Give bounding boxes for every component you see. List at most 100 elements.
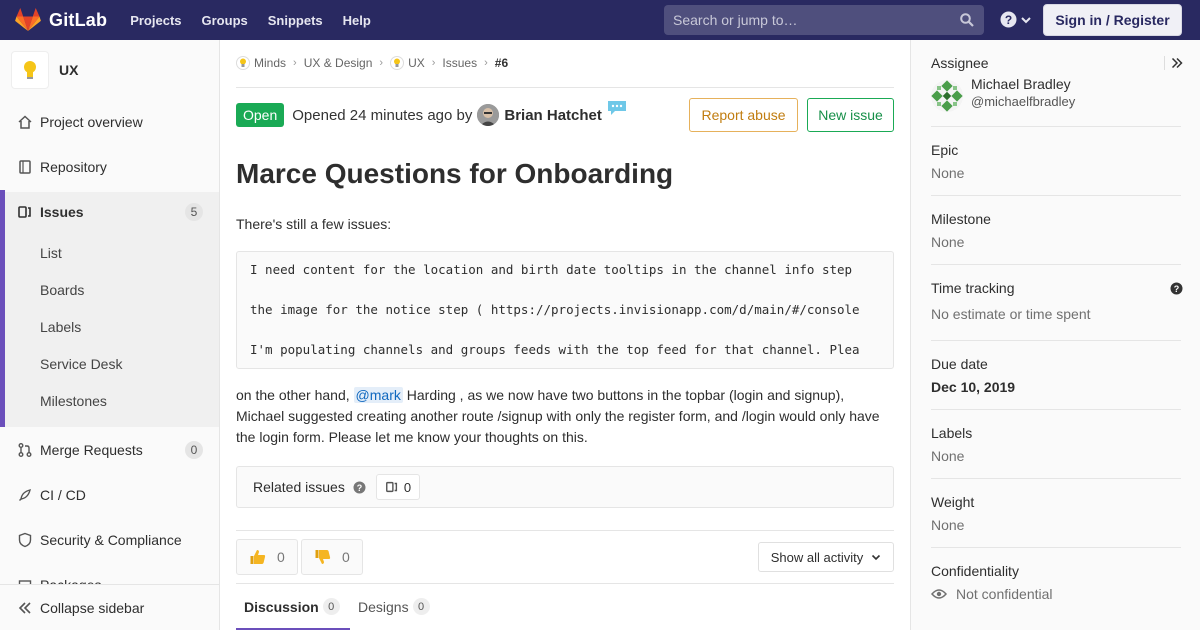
divider: [931, 547, 1181, 548]
question-circle-icon[interactable]: ?: [353, 481, 366, 494]
lightbulb-icon: [24, 61, 36, 79]
sidebar-subitem-labels[interactable]: Labels: [40, 319, 81, 335]
confidentiality-status: Not confidential: [931, 586, 1181, 602]
sidebar-item-cicd[interactable]: CI / CD: [0, 475, 219, 515]
author-avatar[interactable]: [477, 104, 500, 126]
tab-label: Designs: [358, 598, 409, 615]
due-date-block: Due date Dec 10, 2019: [931, 356, 1181, 395]
chat-bubble-icon: [607, 100, 627, 119]
nav-groups[interactable]: Groups: [202, 13, 248, 28]
labels-value: None: [931, 448, 965, 464]
project-header[interactable]: UX: [0, 40, 219, 100]
paragraph-text: on the other hand,: [236, 387, 354, 403]
labels-block: Labels None: [931, 425, 1181, 464]
due-date-value: Dec 10, 2019: [931, 379, 1016, 395]
thumbs-up-button[interactable]: 0: [236, 539, 298, 575]
sidebar-subitem-list[interactable]: List: [40, 245, 62, 261]
sidebar-subitem-service-desk[interactable]: Service Desk: [40, 356, 122, 372]
sidebar-item-merge-requests[interactable]: Merge Requests 0: [0, 430, 219, 470]
epic-block: Epic None: [931, 142, 1181, 181]
sidebar-item-label: Security & Compliance: [40, 532, 182, 548]
weight-label: Weight: [931, 494, 975, 510]
help-dropdown[interactable]: ?: [1000, 11, 1032, 28]
thumbs-down-icon: [315, 550, 331, 564]
breadcrumb-item[interactable]: UX: [408, 56, 425, 70]
breadcrumb-separator: ›: [293, 57, 297, 69]
description-paragraph: on the other hand, @mark Harding , as we…: [236, 385, 896, 448]
search-input[interactable]: [673, 12, 953, 28]
new-issue-button[interactable]: New issue: [807, 98, 894, 132]
home-icon: [18, 115, 32, 129]
user-mention-link[interactable]: @mark: [353, 387, 403, 403]
divider: [236, 530, 894, 531]
breadcrumb-item[interactable]: UX & Design: [304, 56, 373, 70]
sidebar-subitem-milestones[interactable]: Milestones: [40, 393, 107, 409]
breadcrumb-separator: ›: [431, 57, 436, 69]
sidebar-item-security[interactable]: Security & Compliance: [0, 520, 219, 560]
activity-filter-dropdown[interactable]: Show all activity: [758, 542, 894, 572]
status-badge: Open: [236, 103, 285, 127]
weight-block: Weight None: [931, 494, 1181, 533]
milestone-label: Milestone: [931, 211, 991, 227]
tab-discussion[interactable]: Discussion 0: [244, 598, 340, 615]
assignee-label: Assignee: [931, 55, 989, 71]
nav-projects[interactable]: Projects: [130, 13, 181, 28]
confidentiality-block: Confidentiality Not confidential: [931, 563, 1181, 602]
breadcrumb-item[interactable]: Minds: [254, 56, 286, 70]
signin-button[interactable]: Sign in / Register: [1043, 4, 1182, 36]
svg-text:?: ?: [357, 483, 363, 493]
divider: [931, 195, 1181, 196]
collapse-sidebar-label: Collapse sidebar: [40, 599, 145, 616]
sidebar-item-overview[interactable]: Project overview: [0, 102, 219, 142]
question-circle-icon[interactable]: ?: [1170, 282, 1183, 295]
related-issues-count[interactable]: 0: [375, 474, 421, 500]
divider: [931, 126, 1181, 127]
sidebar-item-label: Repository: [40, 159, 107, 175]
thumbs-down-button[interactable]: 0: [301, 539, 363, 575]
divider: [236, 583, 894, 584]
gitlab-fox-icon: [15, 8, 41, 31]
related-issues-block: Related issues ? 0: [236, 466, 894, 508]
sidebar-item-label: Project overview: [40, 114, 143, 130]
thumbs-up-count: 0: [277, 549, 285, 565]
search-icon[interactable]: [960, 13, 974, 27]
breadcrumb-item[interactable]: Issues: [442, 56, 477, 70]
project-avatar-icon: [390, 56, 405, 70]
shield-icon: [18, 532, 32, 548]
sidebar-subitem-boards[interactable]: Boards: [40, 282, 84, 298]
tab-label: Discussion: [244, 598, 319, 615]
tab-designs[interactable]: Designs 0: [358, 598, 430, 615]
milestone-block: Milestone None: [931, 211, 1181, 250]
breadcrumb-current[interactable]: #6: [495, 56, 508, 70]
merge-requests-count-badge: 0: [185, 441, 203, 459]
double-chevron-left-icon: [18, 601, 31, 614]
code-line: I'm populating channels and groups feeds…: [250, 342, 860, 357]
sidebar-item-repository[interactable]: Repository: [0, 147, 219, 187]
gitlab-logo[interactable]: GitLab: [15, 8, 107, 32]
sidebar-item-issues[interactable]: Issues 5: [0, 192, 219, 232]
nav-help[interactable]: Help: [343, 13, 371, 28]
book-icon: [19, 160, 31, 174]
issues-icon: [18, 206, 31, 218]
eye-icon: [931, 589, 947, 599]
breadcrumb-separator: ›: [484, 57, 488, 69]
tab-count: 0: [322, 598, 340, 615]
assignee-block: Assignee Michael Bradley @michaelfbradle…: [931, 55, 1181, 112]
active-indicator: [0, 190, 5, 427]
issues-submenu-background: [0, 230, 219, 427]
breadcrumb: Minds › UX & Design › UX › Issues › #6: [236, 56, 508, 70]
collapse-sidebar-button[interactable]: Collapse sidebar: [0, 584, 219, 630]
author-name[interactable]: Brian Hatchet: [504, 107, 602, 124]
question-circle-icon: ?: [1000, 11, 1017, 28]
report-abuse-button[interactable]: Report abuse: [689, 98, 798, 132]
divider: [931, 340, 1181, 341]
nav-snippets[interactable]: Snippets: [268, 13, 323, 28]
rocket-icon: [19, 489, 31, 501]
related-count-value: 0: [403, 479, 412, 495]
svg-text:?: ?: [1005, 13, 1012, 27]
assignee-user[interactable]: Michael Bradley @michaelfbradley: [931, 76, 1181, 112]
epic-value: None: [931, 165, 965, 181]
divider: [931, 264, 1181, 265]
time-tracking-block: Time tracking ? No estimate or time spen…: [931, 280, 1183, 322]
sidebar-item-label: Issues: [40, 204, 84, 220]
